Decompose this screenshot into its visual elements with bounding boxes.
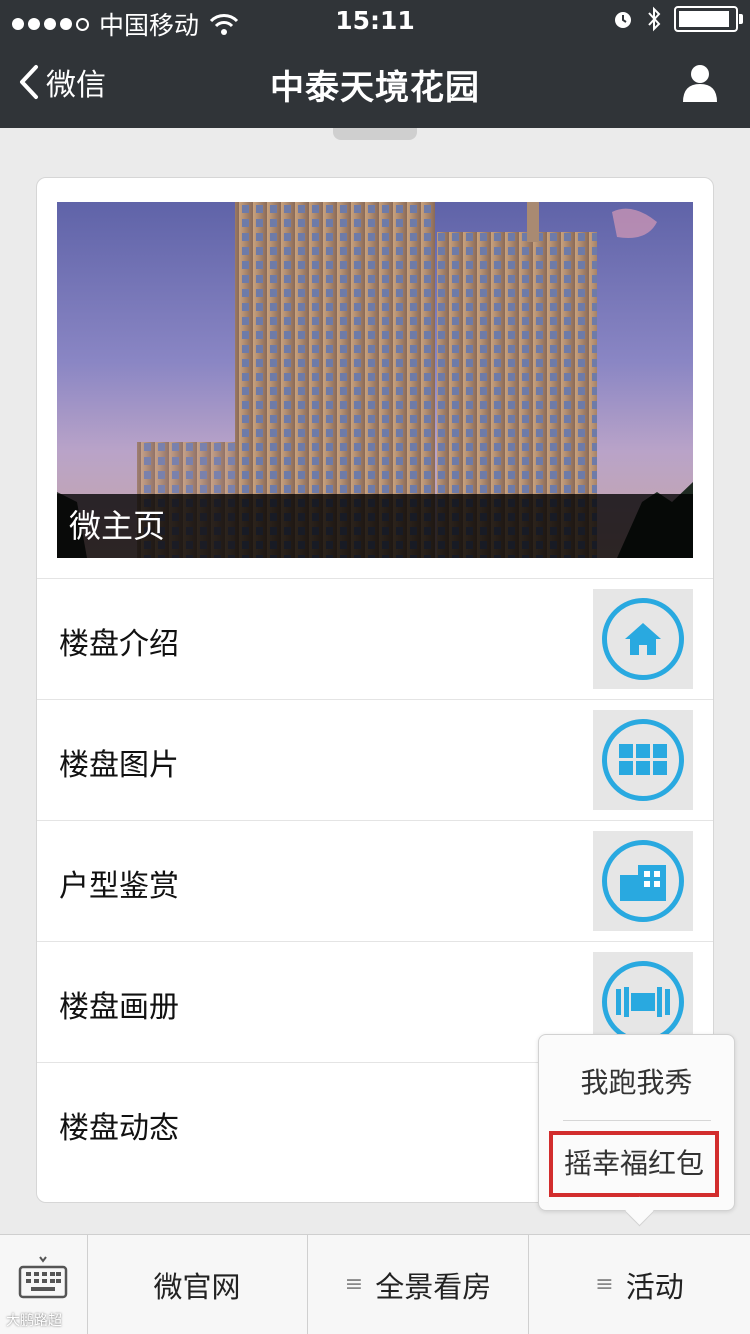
menu-item-intro[interactable]: 楼盘介绍 — [37, 578, 713, 699]
bottom-menu-bar: 微官网 ≡ 全景看房 ≡ 活动 — [0, 1234, 750, 1334]
popup-arrow — [624, 1196, 655, 1227]
tab-official-site[interactable]: 微官网 — [87, 1235, 308, 1334]
tab-label: 全景看房 — [375, 1269, 492, 1304]
menu-item-label: 楼盘画册 — [59, 990, 179, 1025]
menu-item-photos[interactable]: 楼盘图片 — [37, 699, 713, 820]
profile-button[interactable] — [680, 62, 720, 106]
popup-item-red-packet[interactable]: 摇幸福红包 — [549, 1131, 719, 1197]
hero-banner[interactable]: 微主页 — [57, 202, 693, 558]
keyboard-icon — [18, 1256, 68, 1299]
house-icon — [593, 589, 693, 689]
nav-bar: 微信 中泰天境花园 — [0, 40, 750, 128]
grid-icon — [593, 710, 693, 810]
tab-panorama[interactable]: ≡ 全景看房 — [308, 1235, 529, 1334]
battery-icon — [674, 6, 743, 32]
alarm-icon — [615, 12, 631, 28]
menu-item-label: 楼盘介绍 — [59, 627, 179, 662]
menu-item-floorplans[interactable]: 户型鉴赏 — [37, 820, 713, 941]
menu-lines-icon: ≡ — [344, 1272, 364, 1297]
tab-activities[interactable]: ≡ 活动 — [529, 1235, 750, 1334]
watermark: 大鹏路超 — [6, 1313, 62, 1329]
menu-item-label: 楼盘动态 — [59, 1111, 179, 1146]
person-icon — [683, 65, 717, 102]
menu-lines-icon: ≡ — [595, 1272, 614, 1297]
menu-item-label: 户型鉴赏 — [59, 869, 179, 904]
tab-label: 微官网 — [153, 1269, 241, 1304]
hero-caption: 微主页 — [57, 494, 693, 558]
bluetooth-icon — [648, 6, 661, 32]
popup-divider — [563, 1120, 711, 1121]
activity-popup-menu: 我跑我秀 摇幸福红包 — [538, 1034, 735, 1227]
page-title: 中泰天境花园 — [270, 68, 480, 108]
status-bar: 中国移动 15:11 — [0, 0, 750, 40]
pull-tab — [333, 128, 417, 140]
status-right — [612, 6, 743, 32]
building-icon — [593, 831, 693, 931]
menu-item-label: 楼盘图片 — [59, 748, 179, 783]
popup-item-run-show[interactable]: 我跑我秀 — [539, 1061, 734, 1101]
tab-label: 活动 — [625, 1269, 684, 1304]
